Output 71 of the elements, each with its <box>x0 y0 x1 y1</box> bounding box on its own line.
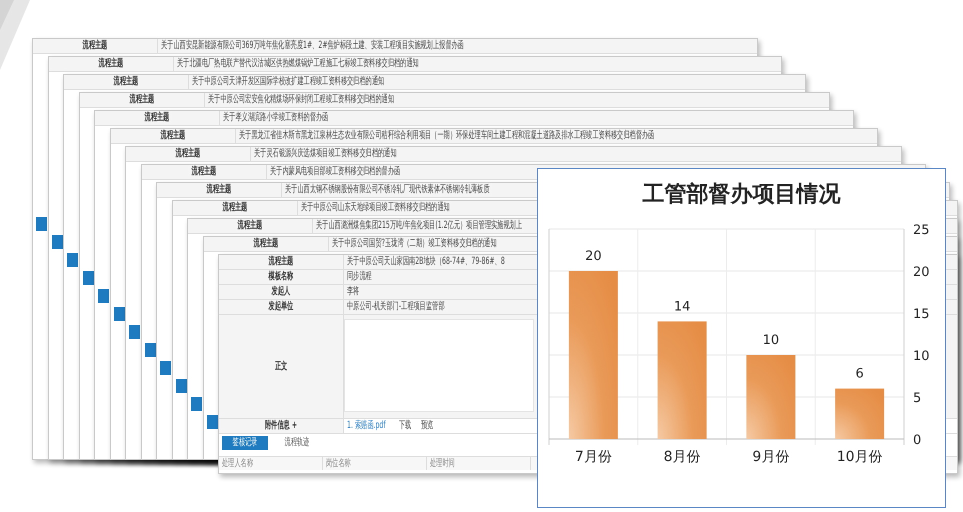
category-label: 10月份 <box>836 449 883 465</box>
field-label: 流程主题 <box>206 184 232 196</box>
column-header: 岗位名称 <box>326 458 351 470</box>
field-label: 流程主题 <box>98 58 123 70</box>
field-value: 关于黑龙江省佳木斯市黑龙江泉林生态农业有限公司秸秆综合利用项目（一期）环保处理车间土建工程和混凝土道路及排水工程竣工资料移交归档督办函 <box>238 130 654 142</box>
field-value: 同步流程 <box>347 271 372 283</box>
field-value: 关于孝义湖滨路小学竣工资料的督办函 <box>223 112 328 124</box>
data-label: 20 <box>585 249 602 264</box>
column-header: 处理人名称 <box>222 458 253 470</box>
data-label: 14 <box>674 299 690 314</box>
field-value: 关于内蒙风电项目部竣工资料移交归档的督办函 <box>270 166 400 178</box>
field-label: 流程主题 <box>176 148 200 160</box>
tab-marker[interactable] <box>144 343 156 357</box>
field-label: 流程主题 <box>238 220 262 232</box>
field-label: 流程主题 <box>222 202 247 214</box>
field-label: 模板名称 <box>268 271 294 283</box>
axis-tick-label: 5 <box>913 391 922 406</box>
field-label: 发起单位 <box>268 301 294 313</box>
field-label: 流程主题 <box>268 256 294 268</box>
tab-marker[interactable] <box>67 253 78 267</box>
tab-marker[interactable] <box>36 217 47 231</box>
field-label: 正文 <box>274 360 288 372</box>
text-editor[interactable] <box>344 319 534 412</box>
record-tab[interactable]: 签核记录 <box>222 436 268 450</box>
field-label: 流程主题 <box>191 166 216 178</box>
field-value: 关于山西太钢不锈钢股份有限公司不锈冷轧厂现代铁素体不锈钢冷轧薄板质 <box>285 184 490 196</box>
file-link[interactable]: 1. 索赔函.pdf <box>347 420 386 432</box>
bar <box>835 388 884 439</box>
tab-marker[interactable] <box>206 415 218 429</box>
field-value: 关于中原公司天山家园南2B地块（68-74#、79-86#、8 <box>347 256 505 268</box>
field-value: 关于灵石银源兴庆选煤项目竣工资料移交归档的通知 <box>254 148 397 160</box>
axis-tick-label: 20 <box>913 265 930 280</box>
axis-tick-label: 25 <box>913 223 930 238</box>
field-value: 关于中原公司天津开发区国际学校改扩建工程竣工资料移交归档的通知 <box>192 76 384 88</box>
field-value: 关于山西安昆新能源有限公司369万吨年焦化塞亮度1#、2#焦炉标段土建、安装工程项目实施规划上报督办函 <box>161 40 464 52</box>
tab-marker[interactable] <box>82 271 94 285</box>
field-label: 流程主题 <box>144 112 170 124</box>
axis-tick-label: 0 <box>913 433 922 448</box>
column-header: 处理时间 <box>430 458 455 470</box>
tab-marker[interactable] <box>191 397 202 411</box>
data-label: 10 <box>762 333 780 348</box>
tab-marker[interactable] <box>52 235 62 249</box>
tab-marker[interactable] <box>98 289 109 303</box>
category-label: 8月份 <box>664 449 701 465</box>
record-tab[interactable]: 流程轨迹 <box>274 436 320 450</box>
axis-tick-label: 15 <box>913 307 930 322</box>
chart-title: 工管部督办项目情况 <box>642 181 840 209</box>
tab-marker[interactable] <box>176 379 186 393</box>
axis-tick-label: 10 <box>913 349 930 364</box>
field-label: 流程主题 <box>253 238 278 250</box>
field-label: 附件信息 + <box>264 420 298 432</box>
field-value: 李将 <box>347 286 360 298</box>
field-label: 流程主题 <box>129 94 154 106</box>
tab-marker[interactable] <box>114 307 124 321</box>
field-value: 关于中原公司山东天地绿项目竣工资料移交归档的通知 <box>300 202 450 214</box>
field-label: 发起人 <box>272 286 290 298</box>
field-value: 关于山西潞洲煤焦集团215万吨/年焦化项目(1.2亿元）项目管理实施规划上 <box>316 220 522 232</box>
category-label: 9月份 <box>752 449 790 465</box>
action-link[interactable]: 下载 <box>399 420 412 432</box>
data-label: 6 <box>855 366 864 382</box>
field-label: 流程主题 <box>114 76 138 88</box>
field-label: 流程主题 <box>160 130 185 142</box>
category-label: 7月份 <box>574 449 612 465</box>
field-value: 中原公司-机关部门-工程项目监管部 <box>347 301 444 313</box>
tab-marker[interactable] <box>129 325 140 339</box>
field-value: 关于中原公司宏安焦化精煤场环保封闭工程竣工资料移交归档的通知 <box>208 94 394 106</box>
action-link[interactable]: 预览 <box>421 420 434 432</box>
field-label: 流程主题 <box>82 40 108 52</box>
tab-marker[interactable] <box>160 361 171 375</box>
field-value: 关于中原公司国贸?玉珑湾（二期）竣工资料移交归档的通知 <box>332 238 496 250</box>
field-value: 关于北疆电厂热电联产替代汉沽城区供热燃煤锅炉工程施工七标竣工资料移交归档的通知 <box>176 58 418 70</box>
